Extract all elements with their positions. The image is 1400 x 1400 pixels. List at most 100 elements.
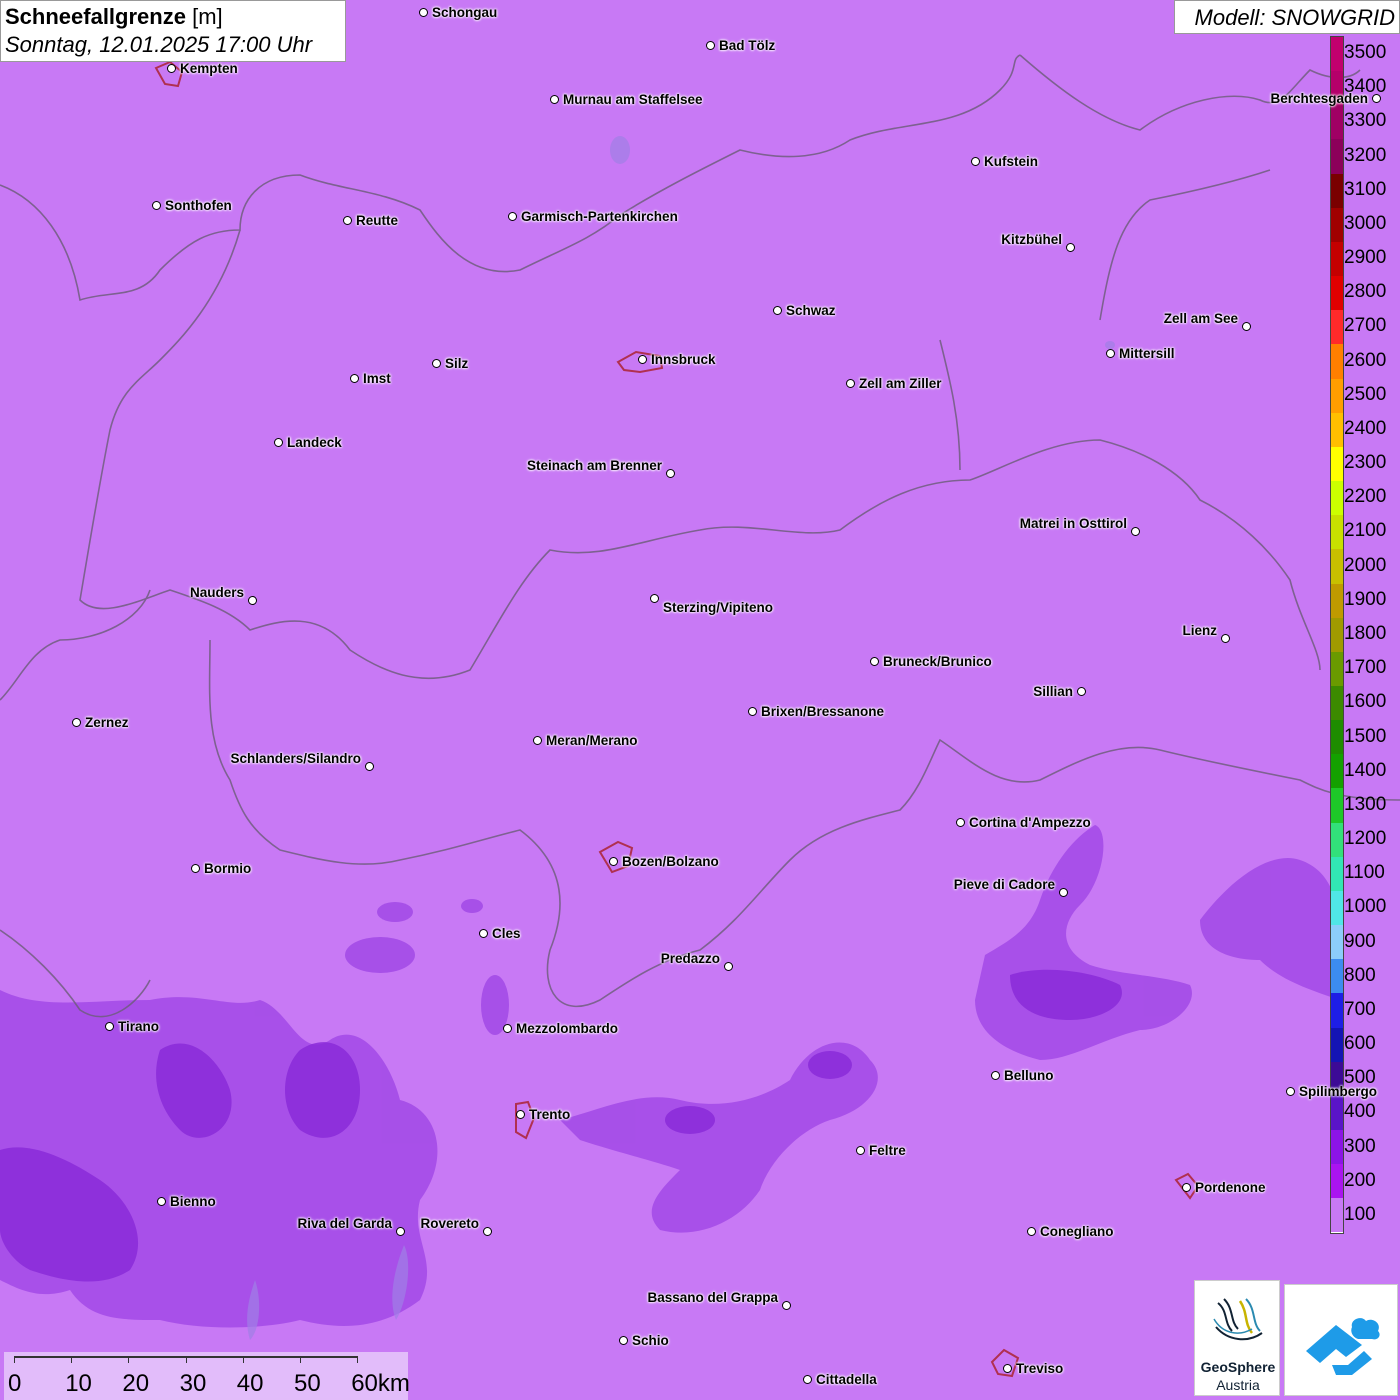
city-label: Bad Tölz xyxy=(719,38,776,53)
legend-label: 3500 xyxy=(1344,42,1387,64)
city-label: Schio xyxy=(632,1333,669,1348)
legend-label: 200 xyxy=(1344,1169,1376,1191)
city-marker-icon xyxy=(638,355,647,364)
city-marker-icon xyxy=(152,201,161,210)
city-label: Pieve di Cadore xyxy=(953,877,1055,892)
city-label: Bassano del Grappa xyxy=(647,1290,778,1305)
city-label: Steinach am Brenner xyxy=(526,458,662,473)
city-marker-icon xyxy=(479,929,488,938)
city-marker-icon xyxy=(419,8,428,17)
city-marker-icon xyxy=(1027,1227,1036,1236)
city-label: Zernez xyxy=(85,715,129,730)
city-label: Sonthofen xyxy=(165,198,232,213)
city-label: Kufstein xyxy=(984,154,1038,169)
legend-color-swatch xyxy=(1331,412,1343,447)
legend-label: 300 xyxy=(1344,1135,1376,1157)
scale-label: 20 xyxy=(122,1370,150,1397)
legend-color-swatch xyxy=(1331,651,1343,686)
legend-label: 100 xyxy=(1344,1203,1376,1225)
city-label: Pordenone xyxy=(1195,1180,1266,1195)
app-logo[interactable] xyxy=(1284,1284,1398,1396)
scale-tick xyxy=(357,1356,359,1363)
scale-tick xyxy=(300,1356,301,1363)
city-marker-icon xyxy=(748,707,757,716)
scale-label: 0 xyxy=(8,1370,22,1397)
city-marker-icon xyxy=(432,359,441,368)
city-marker-icon xyxy=(533,736,542,745)
city-marker-icon xyxy=(870,657,879,666)
city-label: Cles xyxy=(492,926,521,941)
legend-label: 2600 xyxy=(1344,349,1387,371)
city-label: Bozen/Bolzano xyxy=(622,854,719,869)
city-marker-icon xyxy=(516,1110,525,1119)
city-marker-icon xyxy=(1131,527,1140,536)
legend-color-swatch xyxy=(1331,617,1343,652)
city-marker-icon xyxy=(167,64,176,73)
legend-color-swatch xyxy=(1331,481,1343,516)
scale-bar: 0 10 20 30 40 50 60km xyxy=(4,1352,410,1400)
legend-label: 900 xyxy=(1344,930,1376,952)
city-label: Kempten xyxy=(180,61,238,76)
city-marker-icon xyxy=(971,157,980,166)
city-marker-icon xyxy=(105,1022,114,1031)
city-marker-icon xyxy=(157,1197,166,1206)
geosphere-logo[interactable]: GeoSphere Austria xyxy=(1194,1280,1280,1396)
legend-label: 3200 xyxy=(1344,144,1387,166)
city-marker-icon xyxy=(72,718,81,727)
legend-label: 1500 xyxy=(1344,725,1387,747)
legend-color-swatch xyxy=(1331,788,1343,823)
legend-color-swatch xyxy=(1331,754,1343,789)
city-label: Mittersill xyxy=(1119,346,1175,361)
legend-color-swatch xyxy=(1331,1130,1343,1165)
title-unit: [m] xyxy=(192,4,223,29)
scale-tick xyxy=(242,1356,244,1363)
title-parameter: Schneefallgrenze xyxy=(5,4,186,29)
city-label: Bormio xyxy=(204,861,252,876)
legend-label: 3000 xyxy=(1344,212,1387,234)
legend-color-swatch xyxy=(1331,241,1343,277)
city-marker-icon xyxy=(508,212,517,221)
legend-label: 400 xyxy=(1344,1101,1376,1123)
legend-color-swatch xyxy=(1331,446,1343,482)
city-marker-icon xyxy=(1066,243,1075,252)
city-marker-icon xyxy=(1286,1087,1295,1096)
legend-label: 1100 xyxy=(1344,862,1385,884)
city-label: Conegliano xyxy=(1040,1224,1114,1239)
scale-label: 10 xyxy=(65,1370,92,1397)
city-label: Kitzbühel xyxy=(1001,232,1062,247)
city-label: Brixen/Bressanone xyxy=(761,704,885,719)
city-label: Zell am See xyxy=(1163,311,1238,326)
scale-label: 50 xyxy=(294,1370,321,1397)
city-marker-icon xyxy=(503,1024,512,1033)
legend-label: 1800 xyxy=(1344,623,1387,644)
city-marker-icon xyxy=(350,374,359,383)
city-label: Predazzo xyxy=(660,951,720,966)
legend-color-swatch xyxy=(1331,344,1343,379)
legend-label: 1600 xyxy=(1344,691,1387,713)
legend-color-swatch xyxy=(1331,105,1343,140)
city-marker-icon xyxy=(274,438,283,447)
legend-color-swatch xyxy=(1331,1095,1343,1130)
city-marker-icon xyxy=(1242,322,1251,331)
legend-color-swatch xyxy=(1331,378,1343,413)
city-marker-icon xyxy=(991,1071,1000,1080)
legend-color-swatch xyxy=(1331,720,1343,755)
city-label: Landeck xyxy=(287,435,342,450)
city-marker-icon xyxy=(619,1336,628,1345)
city-label: Innsbruck xyxy=(651,352,716,367)
city-label: Reutte xyxy=(356,213,399,228)
legend-color-swatch xyxy=(1331,207,1343,242)
geosphere-logo-text: GeoSphere xyxy=(1200,1359,1276,1375)
city-label: Tirano xyxy=(118,1019,160,1034)
legend-label: 2900 xyxy=(1344,247,1387,269)
legend-color-swatch xyxy=(1331,549,1343,584)
city-label: Murnau am Staffelsee xyxy=(563,92,703,107)
legend-label: 600 xyxy=(1344,1033,1376,1055)
legend-label: 1300 xyxy=(1344,793,1387,815)
city-label: Schwaz xyxy=(786,303,836,318)
city-label: Treviso xyxy=(1016,1361,1064,1376)
city-marker-icon xyxy=(803,1375,812,1384)
city-marker-icon xyxy=(706,41,715,50)
legend-label: 2400 xyxy=(1344,417,1387,439)
model-label: Modell: SNOWGRID xyxy=(1174,0,1400,34)
